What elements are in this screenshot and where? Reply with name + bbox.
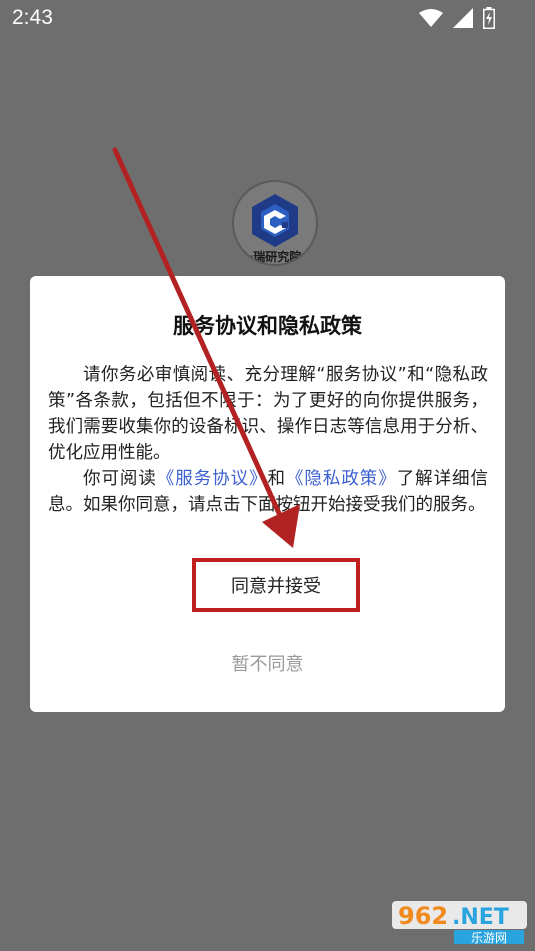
battery-charging-icon	[483, 7, 495, 29]
dialog-title: 服务协议和隐私政策	[173, 314, 362, 338]
status-time: 2:43	[12, 6, 53, 29]
status-icons	[419, 7, 495, 29]
paragraph-2-and: 和	[267, 469, 286, 489]
dialog-body: 请你务必审慎阅读、充分理解“服务协议”和“隐私政策”各条款，包括但不限于：为了更…	[48, 362, 488, 518]
watermark-subtitle: 乐游网	[471, 931, 507, 945]
privacy-dialog: 服务协议和隐私政策 请你务必审慎阅读、充分理解“服务协议”和“隐私政策”各条款，…	[30, 276, 505, 712]
watermark-logo: 962 .NET 乐游网	[392, 901, 527, 945]
privacy-policy-link[interactable]: 《隐私政策》	[286, 469, 397, 489]
decline-button[interactable]: 暂不同意	[30, 650, 505, 676]
agree-button[interactable]: 同意并接受	[192, 558, 360, 612]
service-agreement-link[interactable]: 《服务协议》	[157, 469, 268, 489]
wifi-icon	[419, 9, 443, 27]
status-bar: 2:43	[0, 0, 535, 38]
paragraph-2-prefix: 你可阅读	[83, 469, 157, 489]
dialog-paragraph-2: 你可阅读《服务协议》和《隐私政策》了解详细信息。如果你同意，请点击下面按钮开始接…	[48, 466, 488, 518]
app-logo: ·瑞研究院	[232, 180, 318, 266]
watermark-brand: 962	[398, 902, 448, 930]
watermark-suffix: .NET	[452, 905, 509, 930]
logo-text: ·瑞研究院	[248, 250, 302, 264]
cellular-signal-icon	[453, 8, 473, 28]
dialog-paragraph-1: 请你务必审慎阅读、充分理解“服务协议”和“隐私政策”各条款，包括但不限于：为了更…	[48, 365, 488, 463]
